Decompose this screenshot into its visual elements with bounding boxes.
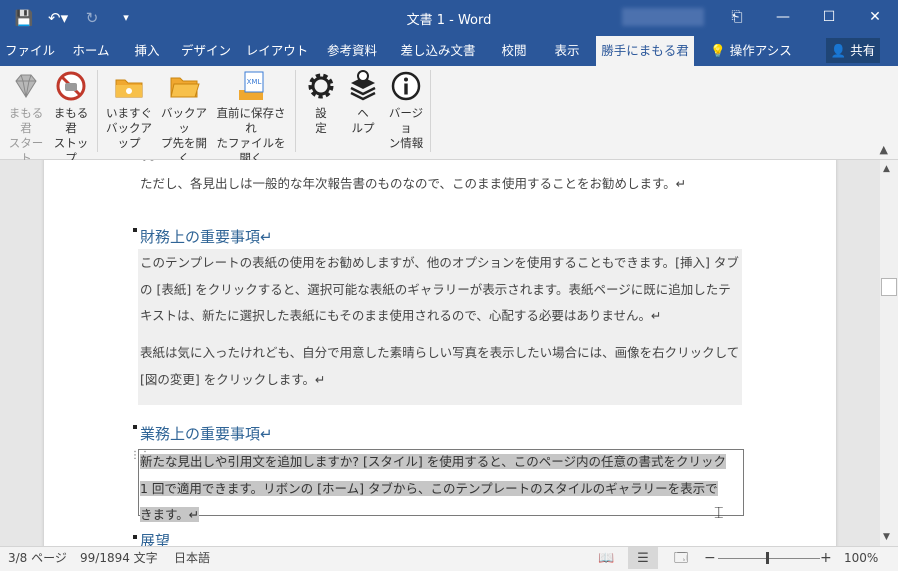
ribbon-display-icon[interactable]: ⎗ <box>714 0 760 34</box>
paragraph[interactable]: 表紙は気に入ったけれども、自分で用意した素晴らしい写真を表示したい場合には、画像… <box>140 340 740 393</box>
window-controls: ⎗ — ☐ ✕ <box>714 0 898 34</box>
heading-financial[interactable]: 財務上の重要事項↵ <box>140 226 273 247</box>
button-label: まもる君 ストップ <box>53 106 89 165</box>
tab-references[interactable]: 参考資料 <box>320 36 384 66</box>
svg-text:XML: XML <box>247 78 262 86</box>
backup-folder-icon <box>115 79 143 98</box>
paragraph-mark-bullet <box>133 425 137 429</box>
maximize-icon[interactable]: ☐ <box>806 0 852 34</box>
word-count[interactable]: 99/1894 文字 <box>80 547 158 570</box>
ribbon-separator <box>430 70 431 152</box>
tab-mailings[interactable]: 差し込み文書 <box>396 36 480 66</box>
mamorukun-stop-button[interactable]: まもる君 ストップ <box>50 70 92 166</box>
share-label: 共有 <box>850 43 876 58</box>
page-count[interactable]: 3/8 ページ <box>8 547 67 570</box>
title-bar: 💾 ↶▾ ↻ ▾ 文書 1 - Word ⎗ — ☐ ✕ <box>0 0 898 36</box>
diamond-icon <box>15 74 37 98</box>
read-mode-icon[interactable]: 📖 <box>598 547 614 570</box>
web-layout-icon[interactable]: 🗔 <box>674 547 688 570</box>
xml-file-icon: XML <box>239 71 264 100</box>
language[interactable]: 日本語 <box>174 547 210 570</box>
info-icon <box>391 71 421 101</box>
open-last-saved-button[interactable]: XML 直前に保存され たファイルを開く <box>212 70 290 166</box>
paragraph-fragment[interactable]: す。↵ <box>140 160 170 171</box>
open-backup-folder-button[interactable]: バックアッ プ先を開く <box>158 70 210 166</box>
button-label: 設 定 <box>315 106 327 135</box>
lightbulb-icon: 💡 <box>710 43 726 58</box>
paragraph[interactable]: このテンプレートの表紙の使用をお勧めしますが、他のオプションを使用することもでき… <box>140 250 740 330</box>
print-layout-icon[interactable]: ☰ <box>628 547 658 569</box>
tab-view[interactable]: 表示 <box>546 36 588 66</box>
scroll-up-icon[interactable]: ▲ <box>883 164 890 174</box>
help-button[interactable]: ヘ ルプ <box>344 70 382 136</box>
button-label: バックアッ プ先を開く <box>161 106 207 165</box>
ribbon: まもる君 スタート まもる君 ストップ いますぐ バックアップ バックアッ プ先… <box>0 66 898 165</box>
button-label: 直前に保存され たファイルを開く <box>216 106 286 165</box>
button-label: いますぐ バックアップ <box>106 106 152 150</box>
scroll-thumb[interactable] <box>881 278 897 296</box>
tab-insert[interactable]: 挿入 <box>126 36 168 66</box>
paragraph-mark-bullet <box>133 535 137 539</box>
zoom-level[interactable]: 100% <box>844 547 878 570</box>
heading-business[interactable]: 業務上の重要事項↵ <box>140 423 273 444</box>
button-label: ヘ ルプ <box>351 106 375 135</box>
open-folder-icon <box>170 77 200 98</box>
tab-file[interactable]: ファイル <box>4 36 56 66</box>
vertical-scrollbar[interactable]: ▲ ▼ <box>880 160 898 546</box>
person-icon: 👤 <box>830 43 847 58</box>
heading-outlook[interactable]: 展望 <box>140 530 170 546</box>
mamorukun-start-button[interactable]: まもる君 スタート <box>6 70 46 166</box>
tab-review[interactable]: 校閲 <box>492 36 536 66</box>
status-bar: 3/8 ページ 99/1894 文字 日本語 📖 ☰ 🗔 − + 100% <box>0 546 898 571</box>
text-cursor-icon: ⌶ <box>714 503 724 522</box>
scroll-down-icon[interactable]: ▼ <box>883 532 890 542</box>
zoom-slider[interactable] <box>718 558 820 559</box>
tab-mamorukun[interactable]: 勝手にまもる君 <box>596 36 694 66</box>
collapse-ribbon-icon[interactable]: ▲ <box>880 143 888 156</box>
tell-me-box[interactable]: 💡 操作アシスト <box>704 36 798 87</box>
close-icon[interactable]: ✕ <box>852 0 898 34</box>
zoom-slider-knob[interactable] <box>766 552 769 564</box>
share-button[interactable]: 👤 共有 <box>826 38 880 63</box>
ribbon-separator <box>295 70 296 152</box>
gear-icon <box>308 73 334 99</box>
document-area[interactable]: す。↵ ただし、各見出しは一般的な年次報告書のものなので、このまま使用することを… <box>0 160 880 546</box>
settings-button[interactable]: 設 定 <box>302 70 340 136</box>
selected-paragraph[interactable]: 新たな見出しや引用文を追加しますか? [スタイル] を使用すると、このページ内の… <box>140 449 730 529</box>
selected-text[interactable]: 新たな見出しや引用文を追加しますか? [スタイル] を使用すると、このページ内の… <box>140 454 726 522</box>
zoom-out-icon[interactable]: − <box>704 547 716 570</box>
ribbon-separator <box>97 70 98 152</box>
button-label: まもる君 スタート <box>8 106 44 165</box>
help-stack-icon <box>350 70 376 101</box>
stop-icon <box>56 71 86 101</box>
zoom-in-icon[interactable]: + <box>820 547 832 570</box>
backup-now-button[interactable]: いますぐ バックアップ <box>102 70 156 151</box>
button-label: バージョ ン情報 <box>388 106 424 150</box>
document-page[interactable]: す。↵ ただし、各見出しは一般的な年次報告書のものなので、このまま使用することを… <box>44 160 836 546</box>
tab-design[interactable]: デザイン <box>178 36 234 66</box>
user-name-blurred[interactable] <box>622 8 704 26</box>
minimize-icon[interactable]: — <box>760 0 806 34</box>
tab-layout[interactable]: レイアウト <box>244 36 310 66</box>
paragraph[interactable]: ただし、各見出しは一般的な年次報告書のものなので、このまま使用することをお勧めし… <box>140 171 740 198</box>
version-info-button[interactable]: バージョ ン情報 <box>384 70 428 151</box>
tab-home[interactable]: ホーム <box>66 36 116 66</box>
ribbon-tabs: ファイル ホーム 挿入 デザイン レイアウト 参考資料 差し込み文書 校閲 表示… <box>0 36 898 87</box>
paragraph-mark-bullet <box>133 228 137 232</box>
